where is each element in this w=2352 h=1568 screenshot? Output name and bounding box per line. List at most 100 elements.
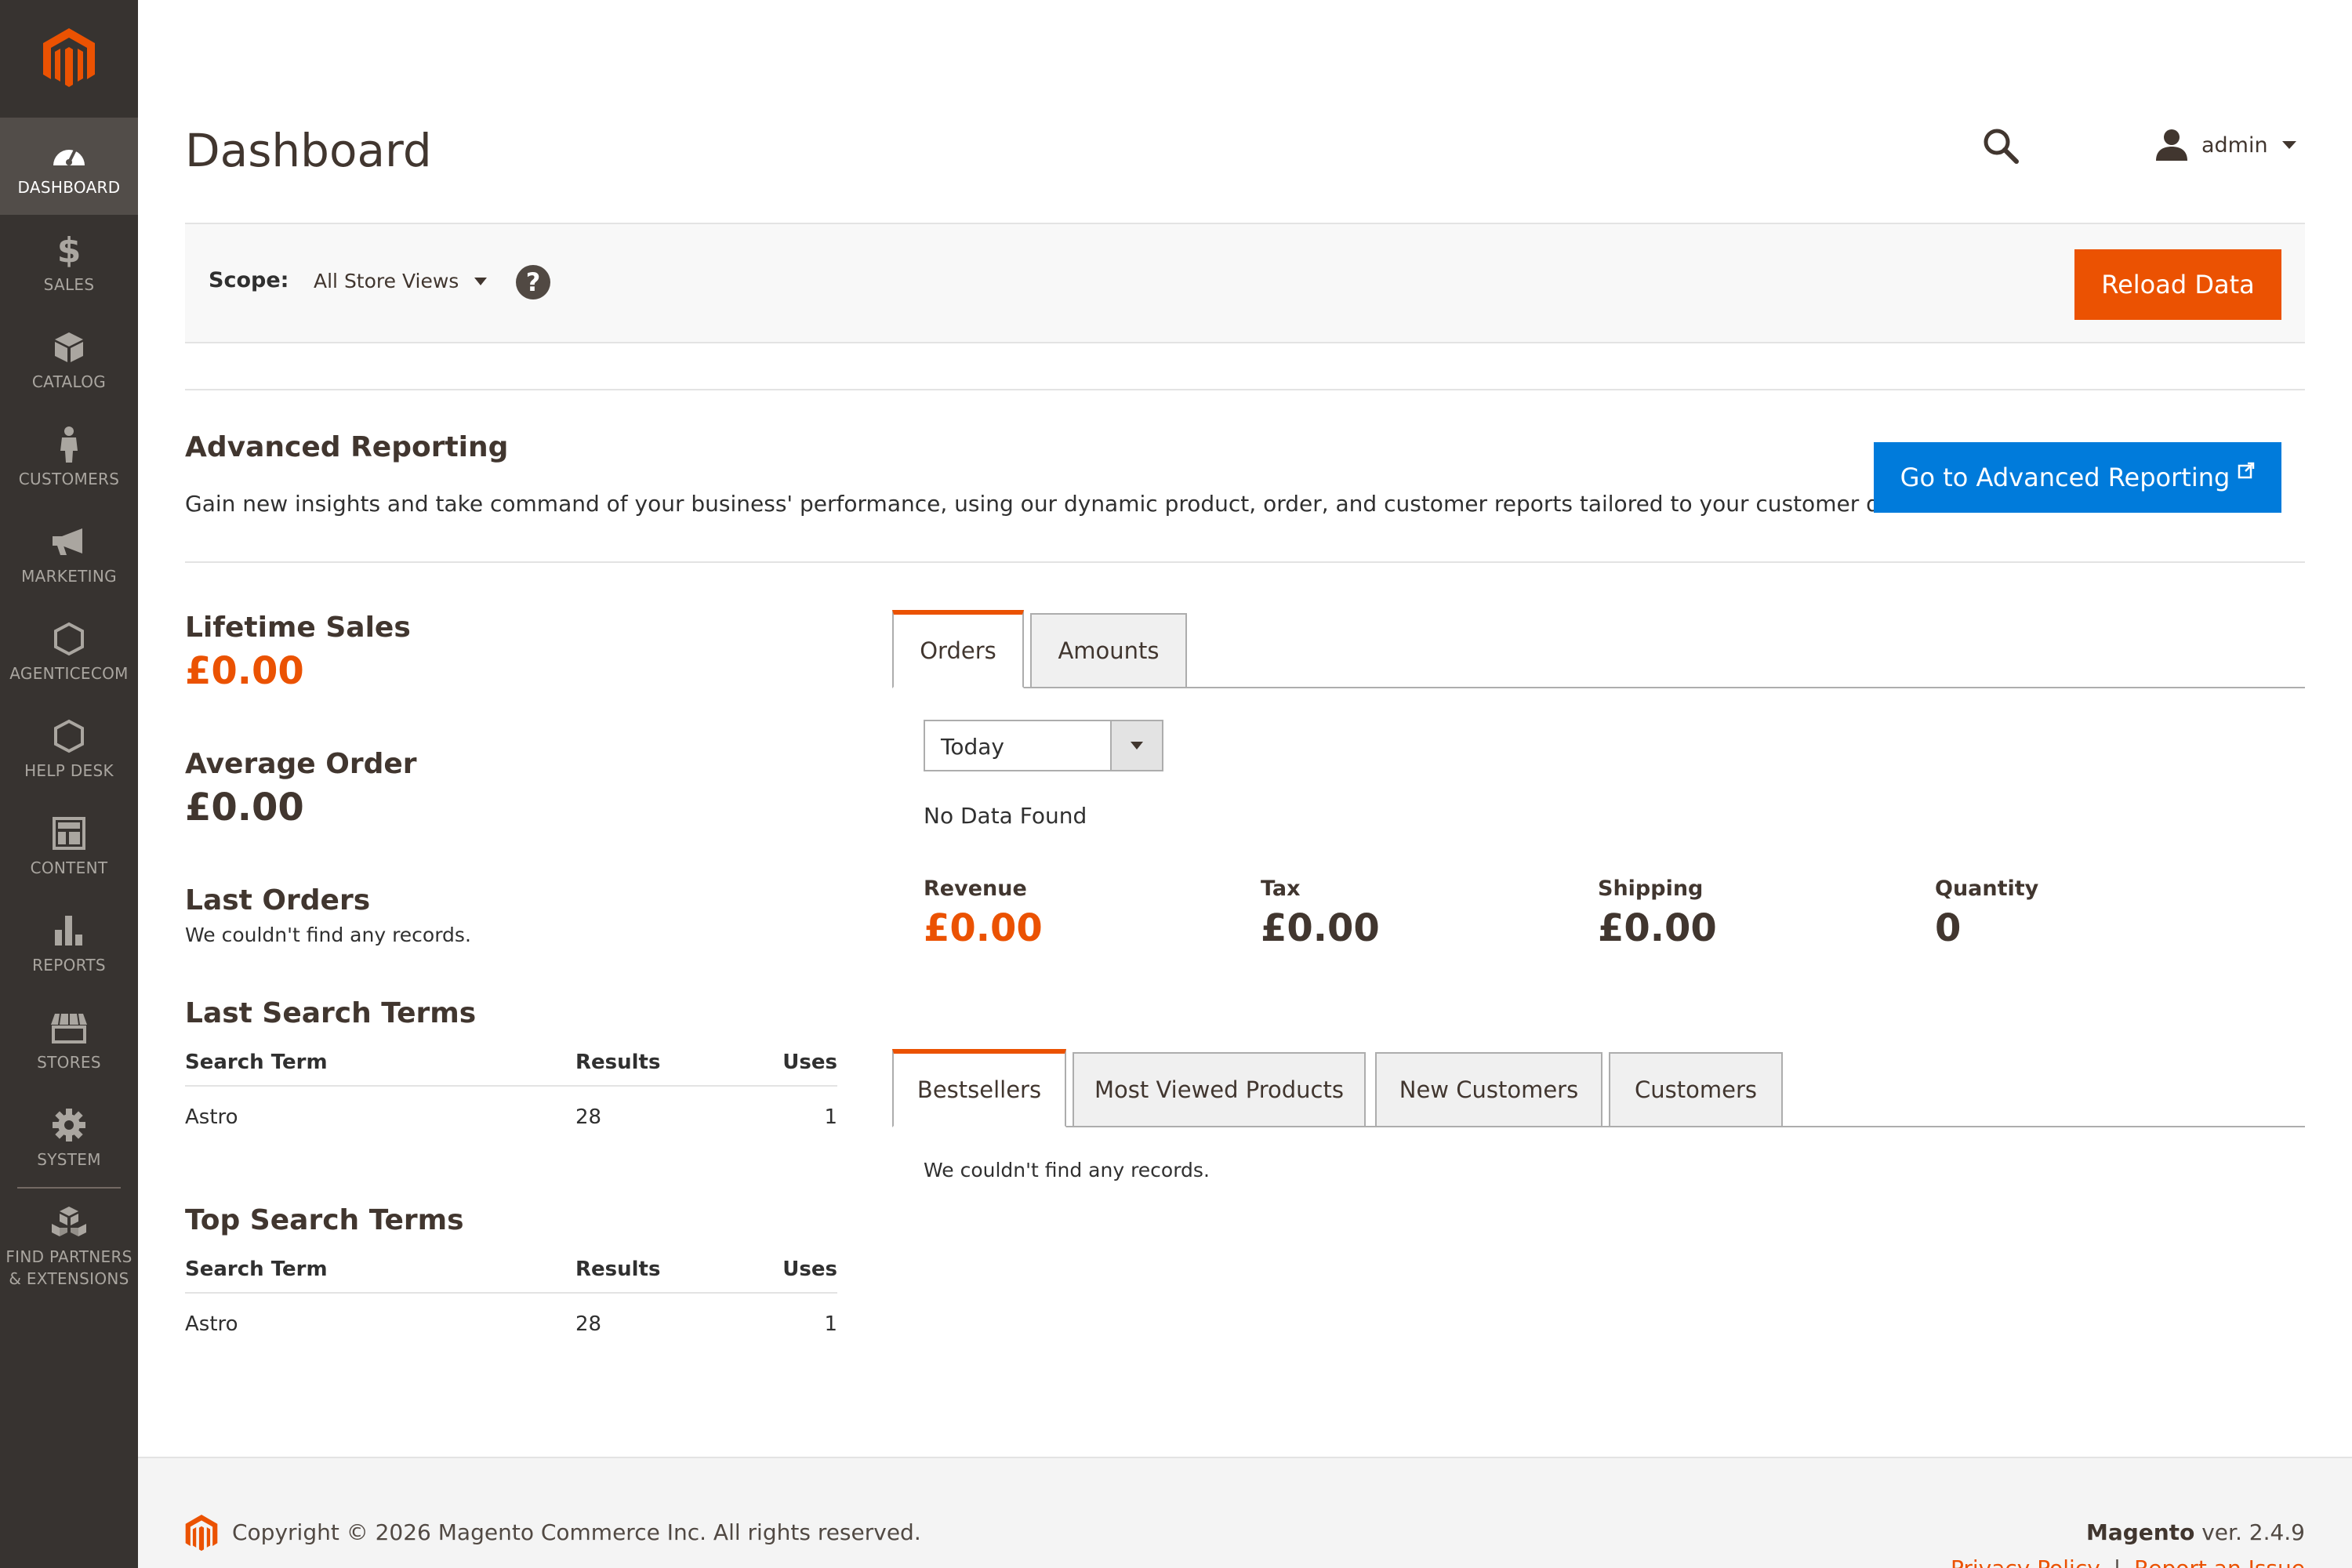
uses-cell: 1 bbox=[824, 1312, 837, 1336]
page-title: Dashboard bbox=[185, 124, 432, 177]
sidebar-item-help-desk[interactable]: HELP DESK bbox=[0, 701, 138, 798]
sidebar-item-system[interactable]: SYSTEM bbox=[0, 1090, 138, 1187]
admin-sidebar: DASHBOARD $ SALES CATALOG CUSTOMERS MARK… bbox=[0, 0, 138, 1568]
lifetime-sales-value: £0.00 bbox=[185, 649, 304, 693]
last-search-terms-title: Last Search Terms bbox=[185, 997, 477, 1029]
last-search-terms-table: Search Term Results Uses Astro 28 1 bbox=[185, 1047, 837, 1146]
sidebar-item-marketing[interactable]: MARKETING bbox=[0, 506, 138, 604]
admin-user-menu[interactable]: admin bbox=[2154, 125, 2296, 165]
cubes-icon bbox=[50, 1203, 88, 1241]
chart-period-value: Today bbox=[941, 734, 1004, 760]
sidebar-item-label: CATALOG bbox=[31, 372, 107, 391]
storefront-icon bbox=[50, 1009, 88, 1047]
revenue-label: Revenue bbox=[924, 877, 1027, 901]
table-row[interactable]: Astro 28 1 bbox=[185, 1087, 837, 1146]
top-search-terms-table: Search Term Results Uses Astro 28 1 bbox=[185, 1254, 837, 1353]
magento-logo[interactable] bbox=[0, 0, 138, 118]
go-to-advanced-reporting-button[interactable]: Go to Advanced Reporting bbox=[1874, 442, 2281, 513]
top-search-terms-title: Top Search Terms bbox=[185, 1204, 464, 1236]
lifetime-sales-label: Lifetime Sales bbox=[185, 612, 411, 644]
dollar-icon: $ bbox=[56, 230, 82, 270]
grid-empty-message: We couldn't find any records. bbox=[924, 1159, 1210, 1181]
tab-customers[interactable]: Customers bbox=[1609, 1052, 1783, 1127]
sidebar-item-sales[interactable]: $ SALES bbox=[0, 215, 138, 312]
shipping-value: £0.00 bbox=[1598, 906, 1717, 950]
report-issue-link[interactable]: Report an Issue bbox=[2134, 1555, 2305, 1568]
results-cell: 28 bbox=[575, 1105, 602, 1129]
uses-cell: 1 bbox=[824, 1105, 837, 1129]
tab-most-viewed-products[interactable]: Most Viewed Products bbox=[1073, 1052, 1366, 1127]
column-header-search-term[interactable]: Search Term bbox=[185, 1051, 328, 1074]
footer-links: Privacy Policy | Report an Issue bbox=[1951, 1555, 2305, 1568]
sidebar-item-find-partners[interactable]: FIND PARTNERS & EXTENSIONS bbox=[0, 1192, 138, 1301]
advanced-reporting-button-label: Go to Advanced Reporting bbox=[1900, 463, 2230, 492]
advanced-reporting-description: Gain new insights and take command of yo… bbox=[185, 491, 1923, 517]
dashboard-grid-tabs: Bestsellers Most Viewed Products New Cus… bbox=[892, 1049, 2305, 1127]
sidebar-item-label: STORES bbox=[37, 1053, 101, 1072]
help-icon[interactable]: ? bbox=[516, 265, 550, 299]
last-orders-title: Last Orders bbox=[185, 884, 371, 916]
privacy-policy-link[interactable]: Privacy Policy bbox=[1951, 1555, 2100, 1568]
bar-chart-icon bbox=[50, 912, 88, 949]
tax-label: Tax bbox=[1261, 877, 1301, 901]
sidebar-item-label: HELP DESK bbox=[24, 761, 114, 780]
revenue-value: £0.00 bbox=[924, 906, 1043, 950]
sidebar-item-customers[interactable]: CUSTOMERS bbox=[0, 409, 138, 506]
tab-bestsellers[interactable]: Bestsellers bbox=[892, 1049, 1066, 1127]
magento-logo-icon bbox=[185, 1515, 218, 1552]
person-icon bbox=[50, 426, 88, 463]
quantity-value: 0 bbox=[1935, 906, 1962, 950]
sidebar-item-stores[interactable]: STORES bbox=[0, 993, 138, 1090]
reload-data-button[interactable]: Reload Data bbox=[2074, 249, 2281, 320]
sidebar-item-agenticecom[interactable]: AGENTICECOM bbox=[0, 604, 138, 701]
tab-amounts[interactable]: Amounts bbox=[1030, 613, 1187, 688]
sidebar-item-dashboard[interactable]: DASHBOARD bbox=[0, 118, 138, 215]
tab-new-customers[interactable]: New Customers bbox=[1375, 1052, 1602, 1127]
chevron-down-icon bbox=[1131, 742, 1143, 750]
chart-empty-message: No Data Found bbox=[924, 803, 1087, 829]
select-toggle[interactable] bbox=[1110, 721, 1162, 770]
sidebar-item-reports[interactable]: REPORTS bbox=[0, 895, 138, 993]
sidebar-item-label: MARKETING bbox=[21, 567, 117, 586]
table-row[interactable]: Astro 28 1 bbox=[185, 1294, 837, 1353]
global-search-button[interactable] bbox=[1982, 127, 2026, 171]
sidebar-item-label: REPORTS bbox=[32, 956, 106, 975]
search-term-cell: Astro bbox=[185, 1312, 238, 1336]
admin-username: admin bbox=[2201, 132, 2268, 158]
version-info: Magento ver. 2.4.9 bbox=[2086, 1519, 2305, 1545]
divider bbox=[185, 389, 2305, 390]
external-link-icon bbox=[2238, 462, 2255, 479]
copyright-text: Copyright © 2026 Magento Commerce Inc. A… bbox=[232, 1519, 921, 1545]
megaphone-icon bbox=[50, 523, 88, 561]
hexagon-icon bbox=[50, 620, 88, 658]
column-header-results[interactable]: Results bbox=[575, 1258, 660, 1281]
scope-label: Scope: bbox=[209, 268, 289, 292]
table-header: Search Term Results Uses bbox=[185, 1254, 837, 1294]
sidebar-item-label: AGENTICECOM bbox=[9, 664, 129, 683]
link-separator: | bbox=[2114, 1555, 2121, 1568]
sidebar-item-label: DASHBOARD bbox=[17, 178, 121, 197]
tab-orders[interactable]: Orders bbox=[892, 610, 1024, 688]
sidebar-item-content[interactable]: CONTENT bbox=[0, 798, 138, 895]
sidebar-item-catalog[interactable]: CATALOG bbox=[0, 312, 138, 409]
sidebar-item-label: SYSTEM bbox=[37, 1150, 101, 1169]
layout-icon bbox=[50, 815, 88, 852]
last-orders-empty-message: We couldn't find any records. bbox=[185, 924, 471, 946]
tax-value: £0.00 bbox=[1261, 906, 1380, 950]
sidebar-item-label: SALES bbox=[43, 275, 95, 294]
column-header-uses[interactable]: Uses bbox=[782, 1051, 837, 1074]
hexagon-icon bbox=[50, 717, 88, 755]
column-header-search-term[interactable]: Search Term bbox=[185, 1258, 328, 1281]
store-view-value: All Store Views bbox=[314, 270, 459, 292]
gear-icon bbox=[50, 1106, 88, 1144]
version-number: ver. 2.4.9 bbox=[2194, 1519, 2305, 1545]
magento-logo-icon bbox=[43, 28, 95, 87]
store-view-switcher[interactable]: All Store Views bbox=[314, 270, 488, 292]
chart-period-select[interactable]: Today bbox=[924, 720, 1163, 771]
divider bbox=[185, 561, 2305, 563]
page-footer: Copyright © 2026 Magento Commerce Inc. A… bbox=[138, 1457, 2352, 1568]
column-header-uses[interactable]: Uses bbox=[782, 1258, 837, 1281]
search-icon bbox=[1984, 129, 2019, 164]
column-header-results[interactable]: Results bbox=[575, 1051, 660, 1074]
average-order-label: Average Order bbox=[185, 748, 417, 780]
